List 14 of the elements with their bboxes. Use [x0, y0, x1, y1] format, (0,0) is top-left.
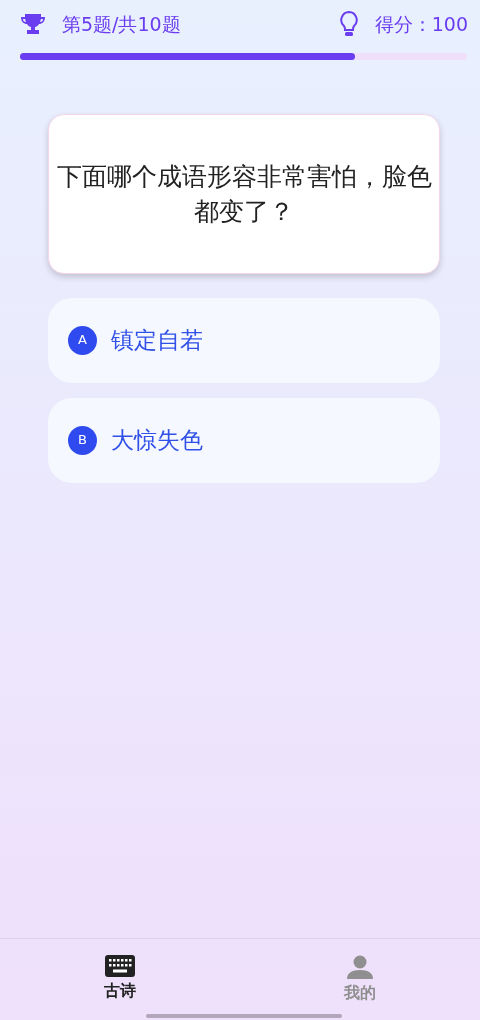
option-text: 镇定自若 — [111, 325, 203, 355]
question-counter: 第5题/共10题 — [62, 12, 181, 37]
answer-option[interactable]: A 镇定自若 — [48, 297, 440, 383]
option-letter: A — [68, 325, 97, 355]
option-letter: B — [68, 425, 97, 455]
trophy-icon — [20, 13, 46, 36]
option-text: 大惊失色 — [111, 425, 203, 455]
keyboard-icon — [105, 955, 135, 977]
score-text: 得分：100 — [374, 12, 468, 37]
question-text: 下面哪个成语形容非常害怕，脸色都变了？ — [55, 160, 433, 228]
gesture-bar[interactable] — [146, 1014, 342, 1018]
lightbulb-icon — [338, 10, 359, 39]
person-icon — [347, 955, 373, 979]
answer-option[interactable]: B 大惊失色 — [48, 397, 440, 483]
